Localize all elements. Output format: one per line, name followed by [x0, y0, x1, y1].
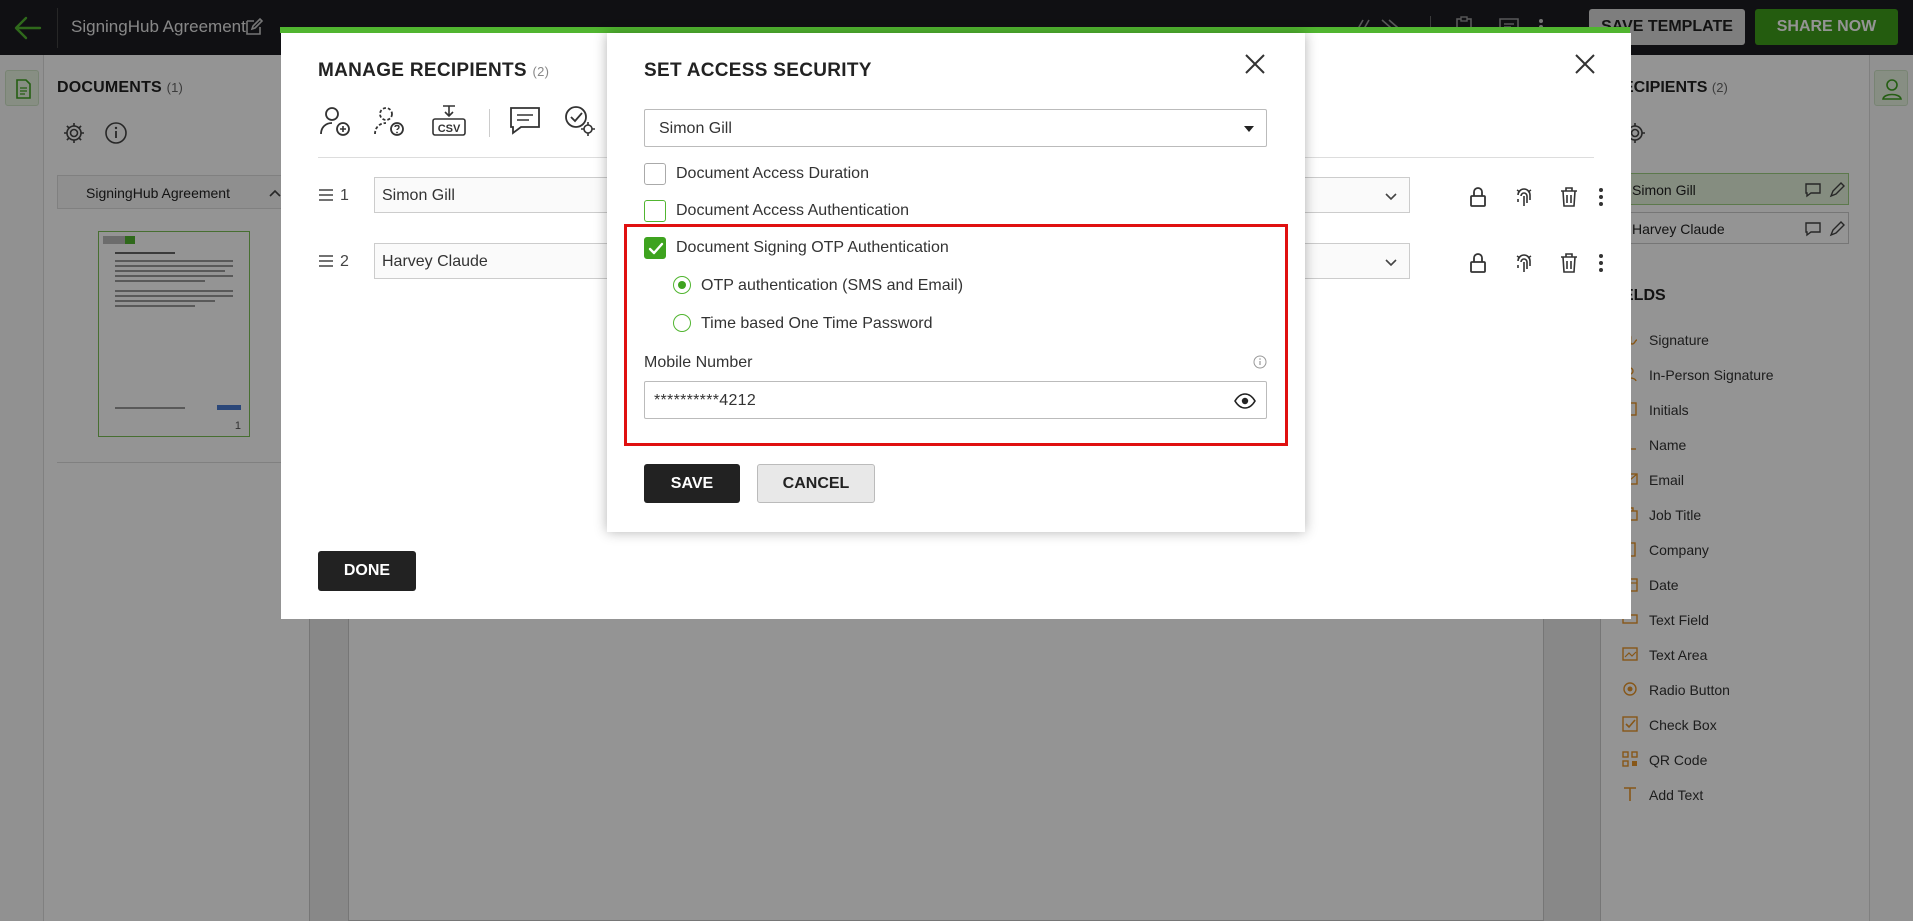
access-duration-label: Document Access Duration [676, 165, 869, 182]
otp-sms-email-label: OTP authentication (SMS and Email) [701, 277, 964, 294]
cancel-button[interactable]: CANCEL [757, 464, 875, 503]
fingerprint-icon[interactable] [1512, 251, 1536, 275]
access-authentication-label: Document Access Authentication [676, 202, 910, 219]
recipient-name: Simon Gill [382, 187, 455, 204]
totp-label: Time based One Time Password [701, 315, 933, 332]
mobile-number-field[interactable]: **********4212 [644, 381, 1267, 419]
lock-icon[interactable] [1466, 251, 1490, 275]
add-recipient-icon[interactable] [318, 103, 354, 139]
import-csv-icon[interactable]: CSV [431, 103, 467, 139]
fingerprint-icon[interactable] [1512, 185, 1536, 209]
add-placeholder-icon[interactable] [372, 103, 408, 139]
csv-label: CSV [438, 123, 461, 135]
drag-handle-icon[interactable] [318, 187, 334, 203]
trash-icon[interactable] [1557, 251, 1581, 275]
info-icon[interactable] [1253, 355, 1267, 369]
recipient-name: Harvey Claude [382, 253, 488, 270]
close-icon[interactable] [1241, 50, 1269, 78]
close-icon[interactable] [1571, 50, 1599, 78]
access-authentication-checkbox[interactable] [644, 200, 666, 222]
access-duration-checkbox[interactable] [644, 163, 666, 185]
manage-recipients-count: (2) [532, 64, 550, 79]
done-button[interactable]: DONE [318, 551, 416, 591]
recipient-order: 2 [340, 253, 349, 270]
chevron-down-icon[interactable] [1383, 188, 1399, 204]
signing-otp-label: Document Signing OTP Authentication [676, 239, 949, 256]
lock-icon[interactable] [1466, 185, 1490, 209]
otp-sms-email-radio[interactable] [673, 276, 691, 294]
save-button[interactable]: SAVE [644, 464, 740, 503]
more-vertical-icon[interactable] [1594, 185, 1608, 209]
mobile-number-label: Mobile Number [644, 354, 753, 371]
selected-recipient: Simon Gill [659, 120, 732, 137]
trash-icon[interactable] [1557, 185, 1581, 209]
mobile-number-value: **********4212 [654, 392, 757, 409]
caret-down-icon [1244, 126, 1254, 132]
toolbar-divider [489, 109, 490, 137]
access-security-title: SET ACCESS SECURITY [644, 60, 872, 81]
eye-icon[interactable] [1234, 391, 1256, 411]
drag-handle-icon[interactable] [318, 253, 334, 269]
recipient-select[interactable]: Simon Gill [644, 109, 1267, 147]
approval-settings-icon[interactable] [562, 103, 598, 139]
totp-radio[interactable] [673, 314, 691, 332]
set-access-security-dialog: SET ACCESS SECURITY Simon Gill Document … [607, 33, 1305, 532]
manage-recipients-title: MANAGE RECIPIENTS (2) [318, 60, 550, 81]
more-vertical-icon[interactable] [1594, 251, 1608, 275]
checkmark-icon [648, 242, 664, 255]
recipient-order: 1 [340, 187, 349, 204]
chevron-down-icon[interactable] [1383, 254, 1399, 270]
signing-otp-checkbox[interactable] [644, 237, 666, 259]
comment-icon[interactable] [507, 103, 543, 139]
